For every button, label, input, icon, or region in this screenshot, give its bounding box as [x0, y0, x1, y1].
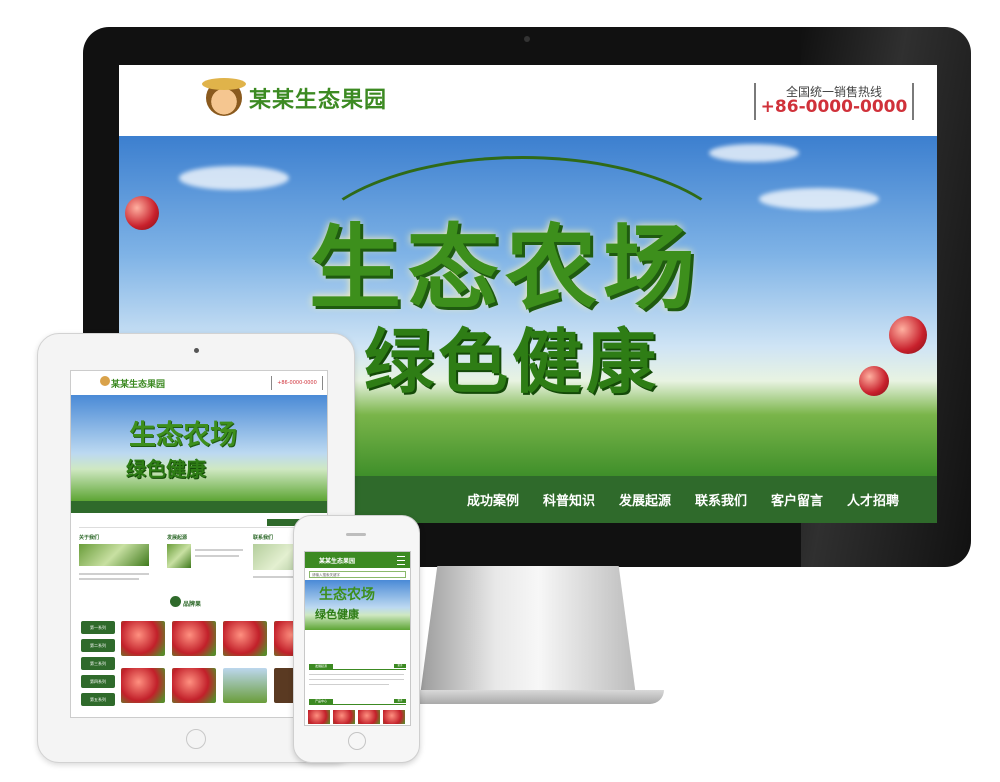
tablet-section-about[interactable]: 关于我们 — [79, 534, 99, 541]
text-line — [309, 674, 404, 675]
tablet-nav — [71, 501, 327, 513]
phone-header: 某某生态果园 — [305, 552, 410, 568]
nav-item-origin[interactable]: 发展起源 — [619, 490, 671, 509]
tablet-series-button[interactable]: 第二系列 — [81, 639, 115, 652]
nav-item-science[interactable]: 科普知识 — [543, 490, 595, 509]
product-image[interactable] — [358, 710, 380, 724]
text-line — [79, 573, 149, 575]
site-header: 某某生态果园 全国统一销售热线 +86-0000-0000 — [119, 65, 937, 136]
text-line — [195, 555, 239, 557]
text-line — [79, 578, 139, 580]
tablet-hotline: +86-0000-0000 — [271, 376, 323, 390]
hotline-box: 全国统一销售热线 +86-0000-0000 — [754, 83, 914, 120]
tablet-camera — [194, 348, 199, 353]
product-image[interactable] — [223, 668, 267, 703]
tablet-series-button[interactable]: 第四系列 — [81, 675, 115, 688]
menu-icon[interactable] — [397, 556, 405, 565]
tablet-home-button[interactable] — [186, 729, 206, 749]
nav-item-jobs[interactable]: 人才招聘 — [847, 490, 899, 509]
nav-item-contact[interactable]: 联系我们 — [695, 490, 747, 509]
phone-section-bar: 产品中心 更多 — [309, 699, 406, 705]
apple-image — [859, 366, 889, 396]
banner-title-line2: 绿色健康 — [364, 320, 660, 403]
tablet-series-button[interactable]: 第三系列 — [81, 657, 115, 670]
tablet-section-contact[interactable]: 联系我们 — [253, 534, 273, 541]
product-image[interactable] — [333, 710, 355, 724]
tablet-banner: 生态农场 绿色健康 — [71, 395, 327, 501]
monitor-base — [402, 690, 664, 704]
tablet-section-origin[interactable]: 发展起源 — [167, 534, 187, 541]
tablet-search[interactable] — [79, 519, 319, 528]
phone-more-button[interactable]: 更多 — [394, 664, 406, 668]
phone-banner: 生态农场 绿色健康 — [305, 580, 410, 630]
tablet-banner-title2: 绿色健康 — [126, 457, 206, 481]
tablet-banner-title1: 生态农场 — [129, 420, 237, 451]
phone-banner-title1: 生态农场 — [319, 587, 375, 603]
text-line — [309, 684, 389, 685]
tablet-about-image — [79, 544, 149, 566]
text-line — [309, 679, 404, 680]
phone-section-bar: 发展起源 更多 — [309, 664, 406, 670]
product-image[interactable] — [121, 621, 165, 656]
product-image[interactable] — [172, 668, 216, 703]
apple-image — [889, 316, 927, 354]
tablet-screen: 某某生态果园 +86-0000-0000 生态农场 绿色健康 关于我们 发展起源… — [70, 370, 328, 718]
farmer-logo-icon[interactable] — [100, 376, 110, 386]
leaf-icon — [170, 596, 181, 607]
monitor-stand — [420, 566, 636, 696]
phone-screen: 某某生态果园 请输入搜索关键字 生态农场 绿色健康 发展起源 更多 产品中心 更… — [304, 551, 411, 726]
nav-item-cases[interactable]: 成功案例 — [467, 490, 519, 509]
phone-logo-text[interactable]: 某某生态果园 — [319, 556, 355, 565]
tablet-products-title: 品牌果 — [183, 601, 202, 608]
cloud-shape — [709, 144, 799, 162]
site-logo-text[interactable]: 某某生态果园 — [249, 82, 387, 114]
product-image[interactable] — [308, 710, 330, 724]
phone-more-button[interactable]: 更多 — [394, 699, 406, 703]
cloud-shape — [759, 188, 879, 210]
text-line — [195, 549, 243, 551]
product-image[interactable] — [223, 621, 267, 656]
phone-search-input[interactable]: 请输入搜索关键字 — [309, 571, 406, 578]
tablet-header: 某某生态果园 +86-0000-0000 — [71, 371, 327, 395]
tablet-series-button[interactable]: 第一系列 — [81, 621, 115, 634]
phone-section-label[interactable]: 发展起源 — [309, 664, 333, 669]
hotline-number: +86-0000-0000 — [760, 97, 908, 117]
phone-home-button[interactable] — [348, 732, 366, 750]
webcam — [524, 36, 530, 42]
tablet-series-button[interactable]: 第五系列 — [81, 693, 115, 706]
product-image[interactable] — [172, 621, 216, 656]
phone-device: 某某生态果园 请输入搜索关键字 生态农场 绿色健康 发展起源 更多 产品中心 更… — [293, 515, 420, 763]
cloud-shape — [179, 166, 289, 190]
apple-image — [125, 196, 159, 230]
nav-item-messages[interactable]: 客户留言 — [771, 490, 823, 509]
tablet-origin-image — [167, 544, 191, 568]
tablet-logo-text[interactable]: 某某生态果园 — [111, 377, 165, 390]
farmer-logo-icon[interactable] — [202, 78, 246, 116]
phone-banner-title2: 绿色健康 — [315, 608, 359, 621]
phone-section-label[interactable]: 产品中心 — [309, 699, 333, 704]
product-image[interactable] — [121, 668, 165, 703]
product-image[interactable] — [383, 710, 405, 724]
phone-speaker — [346, 533, 366, 536]
